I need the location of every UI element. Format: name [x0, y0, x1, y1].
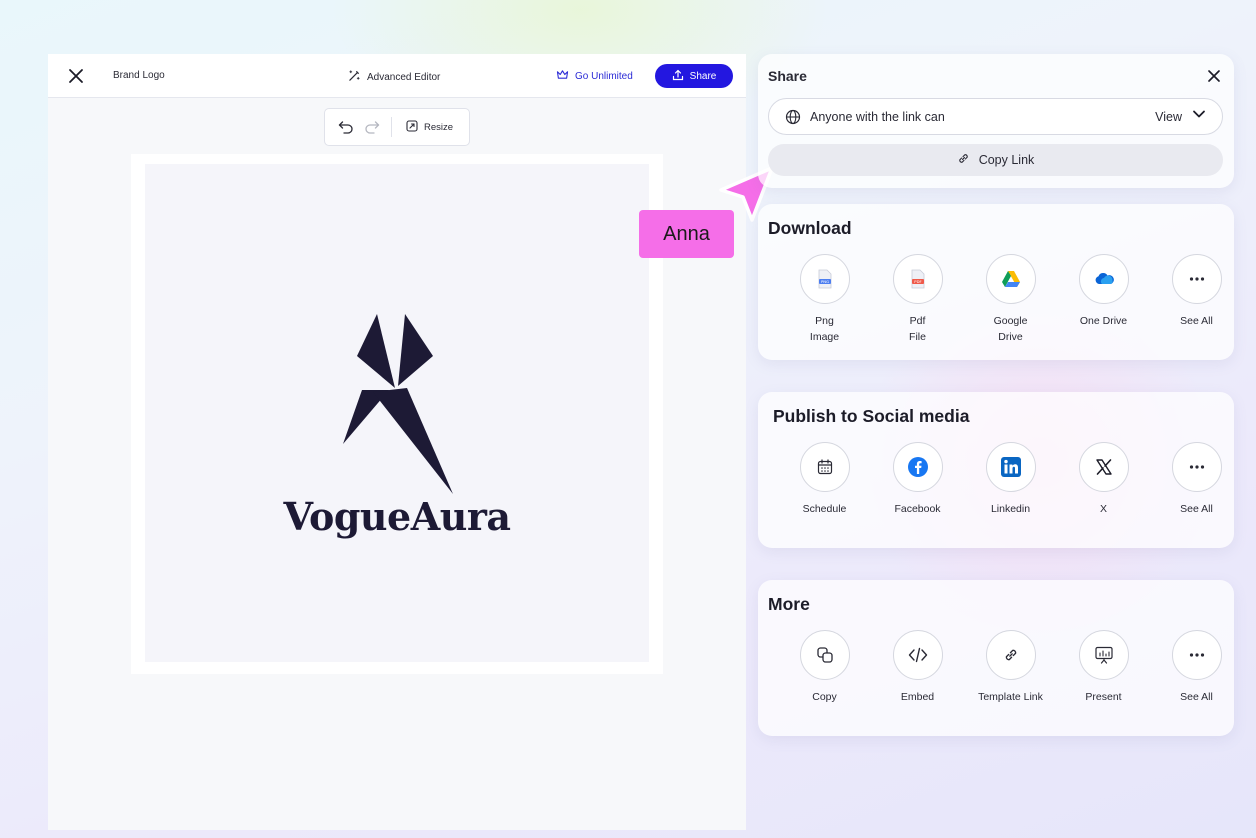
- collaborator-name-tag: Anna: [639, 210, 734, 258]
- logo-mark[interactable]: [295, 314, 495, 514]
- code-icon: [892, 630, 943, 680]
- canvas-toolbar: Resize: [324, 108, 470, 146]
- magic-wand-icon: [348, 69, 361, 85]
- logo-wordmark: VogueAura: [283, 494, 511, 539]
- download-see-all[interactable]: See All: [1150, 254, 1243, 345]
- globe-icon: [785, 109, 801, 125]
- chevron-down-icon: [1192, 107, 1206, 126]
- embed-option[interactable]: Embed: [871, 630, 964, 705]
- copy-link-label: Copy Link: [978, 153, 1035, 167]
- toolbar-divider: [391, 117, 392, 137]
- svg-text:PNG: PNG: [820, 279, 828, 284]
- go-unlimited-label: Go Unlimited: [575, 70, 633, 82]
- link-permission-value: View: [1155, 109, 1182, 124]
- png-file-icon: PNG: [799, 254, 850, 304]
- social-option-label: X: [1099, 503, 1107, 515]
- more-option-label: See All: [1180, 691, 1213, 703]
- more-see-all[interactable]: See All: [1150, 630, 1243, 705]
- resize-label: Resize: [424, 121, 454, 133]
- facebook-icon: [892, 442, 943, 492]
- template-link-option[interactable]: Template Link: [964, 630, 1057, 705]
- download-png-option[interactable]: PNG Png Image: [778, 254, 871, 345]
- advanced-editor-label: Advanced Editor: [367, 71, 441, 83]
- download-options: PNG Png Image PDF Pdf File Google Drive …: [778, 254, 1243, 345]
- more-options: Copy Embed Template Link Present See All: [778, 630, 1243, 705]
- pdf-file-icon: PDF: [892, 254, 943, 304]
- more-option-label: Template Link: [978, 691, 1043, 703]
- link-icon: [985, 630, 1036, 680]
- x-option[interactable]: X: [1057, 442, 1150, 517]
- download-title: Download: [768, 218, 852, 238]
- link-icon: [957, 152, 970, 168]
- more-title: More: [768, 594, 810, 614]
- google-drive-icon: [985, 254, 1036, 304]
- upload-icon: [672, 69, 684, 84]
- more-icon: [1171, 254, 1222, 304]
- editor-topbar: Brand Logo Advanced Editor Go Unlimited …: [48, 54, 746, 98]
- copy-option[interactable]: Copy: [778, 630, 871, 705]
- social-see-all[interactable]: See All: [1150, 442, 1243, 517]
- social-option-label: Facebook: [894, 503, 941, 515]
- advanced-editor-button[interactable]: Advanced Editor: [348, 69, 440, 85]
- design-canvas[interactable]: VogueAura: [145, 164, 649, 662]
- linkedin-icon: [985, 442, 1036, 492]
- share-panel: Share Anyone with the link can View Copy…: [758, 54, 1234, 188]
- social-option-label: Linkedin: [990, 503, 1031, 515]
- more-option-label: Embed: [900, 691, 935, 703]
- presentation-icon: [1078, 630, 1129, 680]
- facebook-option[interactable]: Facebook: [871, 442, 964, 517]
- publish-social-panel: Publish to Social media Schedule Faceboo…: [758, 392, 1234, 548]
- resize-icon: [406, 119, 418, 135]
- share-panel-title: Share: [768, 68, 807, 84]
- download-option-label: Pdf File: [909, 315, 926, 343]
- download-panel: Download PNG Png Image PDF Pdf File Goog…: [758, 204, 1234, 360]
- download-google-drive-option[interactable]: Google Drive: [964, 254, 1057, 345]
- link-access-label: Anyone with the link can: [810, 109, 945, 124]
- schedule-option[interactable]: Schedule: [778, 442, 871, 517]
- calendar-icon: [799, 442, 850, 492]
- social-title: Publish to Social media: [773, 406, 970, 426]
- download-onedrive-option[interactable]: One Drive: [1057, 254, 1150, 345]
- svg-text:PDF: PDF: [914, 279, 921, 284]
- crown-icon: [556, 69, 569, 83]
- copy-link-button[interactable]: Copy Link: [768, 144, 1223, 176]
- download-pdf-option[interactable]: PDF Pdf File: [871, 254, 964, 345]
- undo-icon[interactable]: [337, 118, 355, 136]
- document-title[interactable]: Brand Logo: [113, 70, 165, 81]
- close-icon[interactable]: [66, 66, 86, 86]
- more-panel: More Copy Embed Template Link Present Se…: [758, 580, 1234, 736]
- share-button-label: Share: [689, 70, 717, 82]
- canvas-frame: VogueAura: [131, 154, 663, 674]
- redo-icon[interactable]: [363, 118, 381, 136]
- share-button[interactable]: Share: [655, 64, 733, 88]
- x-icon: [1078, 442, 1129, 492]
- more-icon: [1171, 630, 1222, 680]
- download-option-label: Google Drive: [993, 315, 1028, 343]
- more-option-label: Present: [1085, 691, 1122, 703]
- link-access-dropdown[interactable]: Anyone with the link can View: [768, 98, 1223, 135]
- download-option-label: One Drive: [1079, 315, 1128, 327]
- social-option-label: See All: [1180, 503, 1213, 515]
- close-icon[interactable]: [1206, 68, 1222, 84]
- copy-icon: [799, 630, 850, 680]
- download-option-label: See All: [1180, 315, 1213, 327]
- resize-button[interactable]: Resize: [406, 119, 454, 135]
- editor-window: Brand Logo Advanced Editor Go Unlimited …: [48, 54, 746, 830]
- present-option[interactable]: Present: [1057, 630, 1150, 705]
- download-option-label: Png Image: [809, 315, 840, 343]
- go-unlimited-button[interactable]: Go Unlimited: [556, 69, 633, 83]
- more-option-label: Copy: [812, 691, 837, 703]
- more-icon: [1171, 442, 1222, 492]
- social-options: Schedule Facebook Linkedin X See All: [778, 442, 1243, 517]
- social-option-label: Schedule: [802, 503, 847, 515]
- onedrive-icon: [1078, 254, 1129, 304]
- linkedin-option[interactable]: Linkedin: [964, 442, 1057, 517]
